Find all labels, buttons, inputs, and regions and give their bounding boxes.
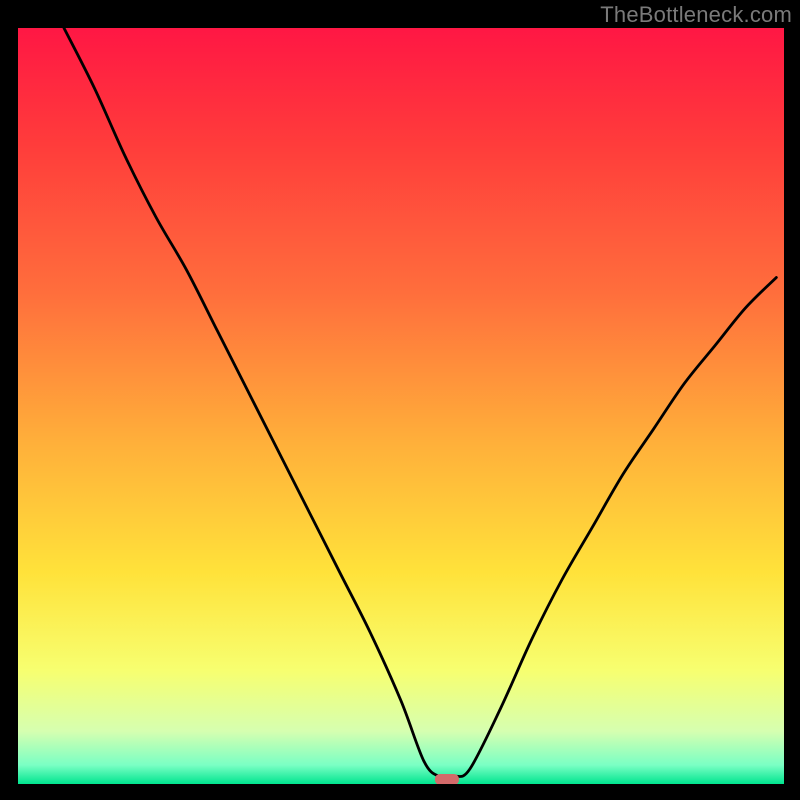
chart-svg [18, 28, 784, 784]
chart-frame: TheBottleneck.com [0, 0, 800, 800]
watermark-text: TheBottleneck.com [600, 2, 792, 28]
optimal-marker [435, 774, 459, 784]
plot-area [18, 28, 784, 784]
